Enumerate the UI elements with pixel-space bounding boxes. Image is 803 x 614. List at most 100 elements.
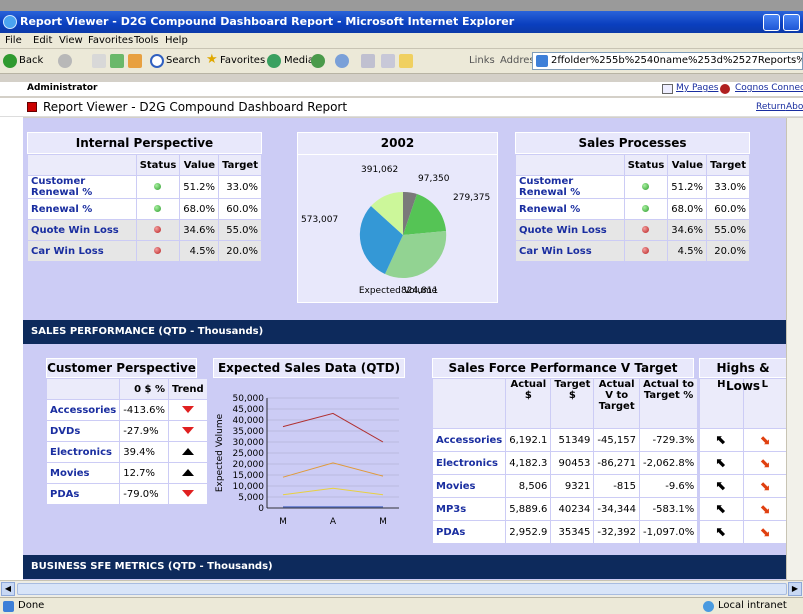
high-arrow-icon: ⬉ <box>699 520 744 544</box>
row-label[interactable]: Electronics <box>431 451 507 475</box>
menu-help[interactable]: Help <box>165 35 188 46</box>
minimize-button[interactable] <box>763 14 780 31</box>
window-title: Report Viewer - D2G Compound Dashboard R… <box>20 15 515 28</box>
scroll-left-button[interactable]: ◀ <box>1 582 15 596</box>
row-label[interactable]: Car Win Loss <box>515 240 625 262</box>
menu-view[interactable]: View <box>59 35 83 46</box>
row-label[interactable]: MP3s <box>431 497 507 521</box>
refresh-icon[interactable] <box>110 54 124 68</box>
row-label[interactable]: Customer Renewal % <box>27 175 137 199</box>
customer-perspective-panel: Customer Perspective 0 $ % Trend Accesso… <box>45 358 208 505</box>
status-green-icon <box>154 182 162 190</box>
scroll-right-button[interactable]: ▶ <box>788 582 802 596</box>
high-arrow-icon: ⬉ <box>699 451 744 475</box>
col-header <box>515 154 625 176</box>
row-label[interactable]: Renewal % <box>27 198 137 220</box>
col-header: Actual V to Target <box>593 378 640 429</box>
search-button[interactable]: Search <box>166 55 200 66</box>
history-icon[interactable] <box>311 54 325 68</box>
row-label[interactable]: Quote Win Loss <box>27 219 137 241</box>
trend-up-icon <box>181 468 194 476</box>
col-header: Target $ <box>550 378 595 429</box>
y-tick-label: 30,000 <box>233 438 265 448</box>
table-row: Customer Renewal % 51.2% 33.0% <box>515 175 750 199</box>
target-cell: 33.0% <box>218 175 262 199</box>
about-link[interactable]: Abo <box>786 102 803 112</box>
variance-cell: -86,271 <box>593 451 640 475</box>
percent-cell: -2,062.8% <box>638 451 699 475</box>
highs-lows-table: H L ⬉ ⬊ ⬉ ⬊ ⬉ ⬊ ⬉ ⬊ ⬉ ⬊ <box>699 378 787 544</box>
mail-icon[interactable] <box>335 54 349 68</box>
horizontal-scrollbar[interactable]: ◀ ▶ <box>0 580 803 597</box>
print-icon[interactable] <box>361 54 375 68</box>
low-arrow-icon: ⬊ <box>742 474 787 498</box>
search-icon[interactable] <box>150 54 164 68</box>
percent-cell: -1,097.0% <box>638 520 699 544</box>
low-arrow-icon: ⬊ <box>742 451 787 475</box>
value-cell: 51.2% <box>179 175 220 199</box>
intranet-icon <box>703 601 714 612</box>
business-sfe-header: BUSINESS SFE METRICS (QTD - Thousands) <box>23 555 803 579</box>
return-link[interactable]: Return <box>756 102 786 112</box>
row-label[interactable]: Car Win Loss <box>27 240 137 262</box>
actual-cell: 4,182.3 <box>505 451 552 475</box>
row-label[interactable]: Movies <box>45 462 121 484</box>
col-header: Status <box>135 154 181 176</box>
favorites-button[interactable]: Favorites <box>220 55 265 66</box>
vertical-scrollbar[interactable] <box>786 118 803 580</box>
value-cell: 39.4% <box>119 441 169 463</box>
percent-cell: -583.1% <box>638 497 699 521</box>
row-label[interactable]: DVDs <box>45 420 121 442</box>
pie-label: 573,007 <box>301 215 338 225</box>
target-cell: 9321 <box>550 474 595 498</box>
value-cell: 34.6% <box>179 219 220 241</box>
menu-favorites[interactable]: Favorites <box>88 35 133 46</box>
links-button[interactable]: Links <box>469 55 495 66</box>
back-icon[interactable] <box>3 54 17 68</box>
trend-down-icon <box>181 405 194 413</box>
address-field[interactable]: 2ffolder%255b%2540name%253d%2527Reports%… <box>532 52 803 70</box>
maximize-button[interactable] <box>783 14 800 31</box>
status-green-icon <box>642 182 650 190</box>
percent-cell: -9.6% <box>638 474 699 498</box>
value-cell: -413.6% <box>119 399 169 421</box>
trend-up-icon <box>181 447 194 455</box>
table-row: PDAs 2,952.9 35345 -32,392 -1,097.0% <box>431 520 699 544</box>
row-label[interactable]: PDAs <box>431 520 507 544</box>
edit-icon[interactable] <box>381 54 395 68</box>
pie-chart: 391,062 97,350 279,375 824,811 573,007 <box>301 165 490 296</box>
expected-sales-panel: Expected Sales Data (QTD) 50,000 45,000 40… <box>213 358 405 558</box>
col-header: Value <box>179 154 220 176</box>
cognos-connection-link[interactable]: Cognos Connectio <box>735 83 803 93</box>
row-label[interactable]: Accessories <box>45 399 121 421</box>
favorites-icon[interactable]: ★ <box>206 52 218 67</box>
stop-icon[interactable] <box>92 54 106 68</box>
home-icon[interactable] <box>128 54 142 68</box>
row-label[interactable]: PDAs <box>45 483 121 505</box>
menu-file[interactable]: File <box>5 35 22 46</box>
back-button[interactable]: Back <box>19 55 43 66</box>
row-label[interactable]: Renewal % <box>515 198 625 220</box>
y-tick-label: 45,000 <box>233 405 265 415</box>
table-row: Movies 8,506 9321 -815 -9.6% <box>431 474 699 498</box>
row-label[interactable]: Electronics <box>45 441 121 463</box>
menu-edit[interactable]: Edit <box>33 35 52 46</box>
y-axis-label: Expected Volume <box>215 413 225 492</box>
target-cell: 60.0% <box>218 198 262 220</box>
media-icon[interactable] <box>267 54 281 68</box>
actual-cell: 8,506 <box>505 474 552 498</box>
row-label[interactable]: Customer Renewal % <box>515 175 625 199</box>
row-label[interactable]: Movies <box>431 474 507 498</box>
row-label[interactable]: Accessories <box>431 428 507 452</box>
row-label[interactable]: Quote Win Loss <box>515 219 625 241</box>
table-row: Accessories -413.6% <box>45 399 208 421</box>
media-button[interactable]: Media <box>284 55 314 66</box>
status-red-icon <box>154 246 162 254</box>
folder-icon[interactable] <box>399 54 413 68</box>
my-pages-link[interactable]: My Pages <box>676 83 718 93</box>
high-arrow-icon: ⬉ <box>699 428 744 452</box>
scroll-thumb[interactable] <box>17 583 787 595</box>
forward-icon[interactable] <box>58 54 72 68</box>
menu-tools[interactable]: Tools <box>134 35 159 46</box>
col-header: Actual $ <box>505 378 552 429</box>
